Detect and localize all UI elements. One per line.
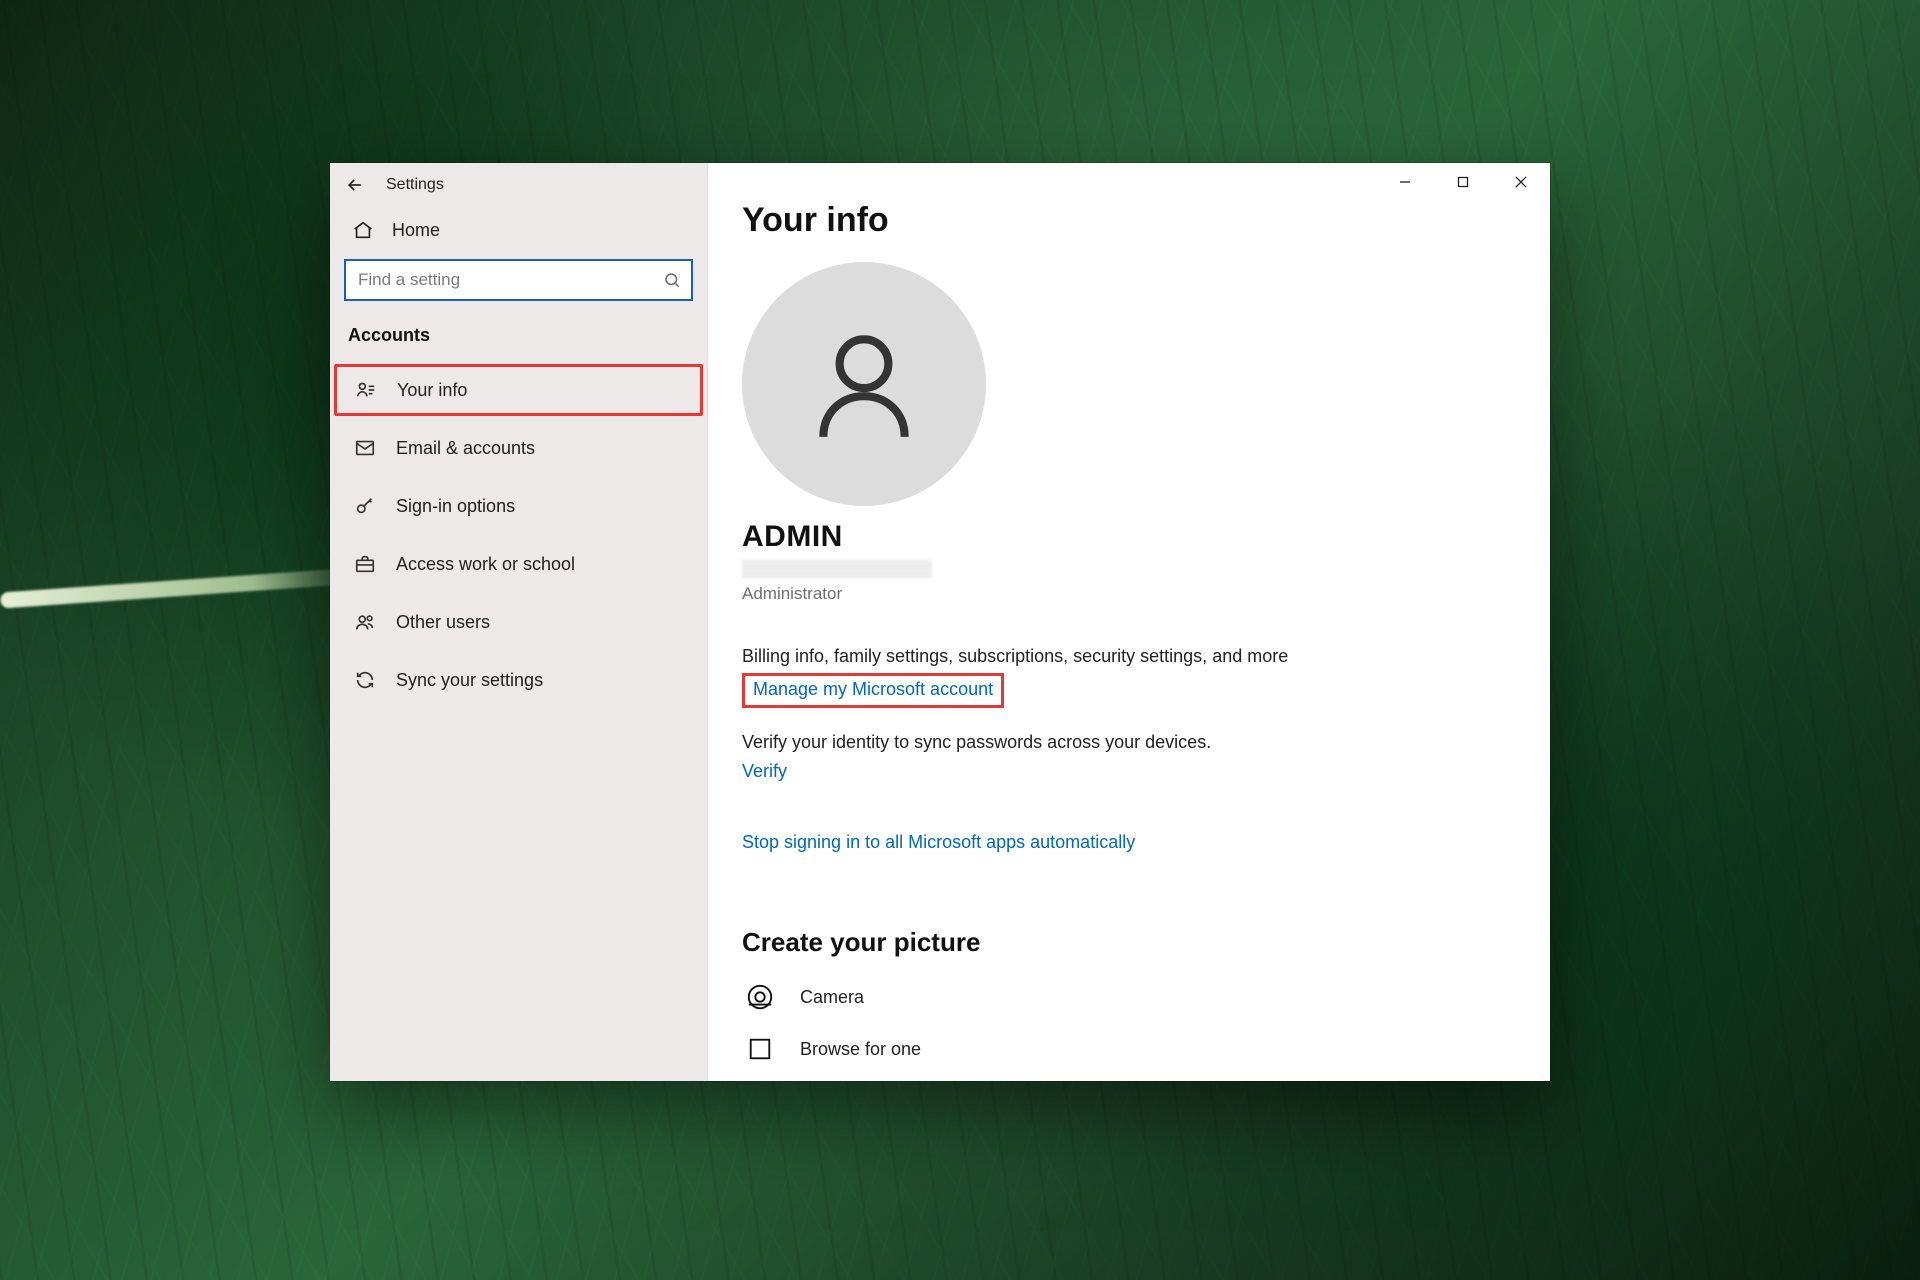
briefcase-icon [352, 553, 378, 575]
key-icon [352, 495, 378, 517]
minimize-button[interactable] [1376, 163, 1434, 201]
avatar [742, 262, 986, 506]
manage-account-highlight: Manage my Microsoft account [742, 673, 1004, 708]
sidebar-item-label: Your info [397, 380, 467, 401]
user-name: ADMIN [742, 520, 1516, 554]
settings-window: Settings Home Accounts Your info [330, 163, 1550, 1081]
billing-description: Billing info, family settings, subscript… [742, 646, 1516, 667]
sidebar-item-other-users[interactable]: Other users [336, 596, 701, 648]
sidebar-section-label: Accounts [330, 317, 707, 356]
sidebar-nav: Your info Email & accounts Sign-in optio… [330, 356, 707, 714]
sidebar-item-your-info[interactable]: Your info [334, 364, 703, 416]
content-pane: Your info ADMIN Administrator Billing in… [708, 163, 1550, 1081]
sidebar-item-label: Sync your settings [396, 670, 543, 691]
picture-option-label: Camera [800, 987, 864, 1008]
page-title: Your info [742, 201, 1516, 240]
search-icon [663, 271, 681, 289]
sidebar-item-label: Access work or school [396, 554, 575, 575]
sidebar-item-signin-options[interactable]: Sign-in options [336, 480, 701, 532]
redacted-email [742, 560, 932, 578]
search-input-wrapper[interactable] [344, 259, 693, 301]
sidebar-item-label: Home [392, 220, 440, 241]
picture-option-camera[interactable]: Camera [742, 982, 1516, 1012]
verify-description: Verify your identity to sync passwords a… [742, 732, 1516, 753]
grass-blade-decoration [0, 567, 360, 608]
sidebar: Settings Home Accounts Your info [330, 163, 708, 1081]
minimize-icon [1398, 175, 1412, 189]
window-title: Settings [386, 176, 444, 194]
people-icon [352, 611, 378, 633]
user-role: Administrator [742, 584, 1516, 604]
manage-account-link[interactable]: Manage my Microsoft account [753, 679, 993, 700]
sidebar-item-label: Sign-in options [396, 496, 515, 517]
close-button[interactable] [1492, 163, 1550, 201]
create-picture-heading: Create your picture [742, 927, 1516, 958]
camera-icon [742, 982, 778, 1012]
sidebar-item-access-work-school[interactable]: Access work or school [336, 538, 701, 590]
person-card-icon [353, 379, 379, 401]
maximize-button[interactable] [1434, 163, 1492, 201]
maximize-icon [1456, 175, 1470, 189]
titlebar: Settings [330, 163, 707, 207]
verify-link[interactable]: Verify [742, 761, 787, 782]
sidebar-item-email-accounts[interactable]: Email & accounts [336, 422, 701, 474]
sidebar-item-label: Other users [396, 612, 490, 633]
back-button[interactable] [338, 168, 372, 202]
window-controls [1376, 163, 1550, 201]
person-icon [799, 319, 929, 449]
sidebar-item-home[interactable]: Home [330, 207, 707, 253]
stop-signin-link[interactable]: Stop signing in to all Microsoft apps au… [742, 832, 1135, 853]
desktop-background: Settings Home Accounts Your info [0, 0, 1920, 1280]
close-icon [1514, 175, 1528, 189]
picture-option-browse[interactable]: Browse for one [742, 1036, 1516, 1062]
picture-option-label: Browse for one [800, 1039, 921, 1060]
search-input[interactable] [358, 270, 663, 290]
home-icon [352, 219, 374, 241]
browse-icon [742, 1036, 778, 1062]
arrow-left-icon [345, 175, 365, 195]
mail-icon [352, 437, 378, 459]
sidebar-item-sync-settings[interactable]: Sync your settings [336, 654, 701, 706]
sidebar-item-label: Email & accounts [396, 438, 535, 459]
sync-icon [352, 669, 378, 691]
